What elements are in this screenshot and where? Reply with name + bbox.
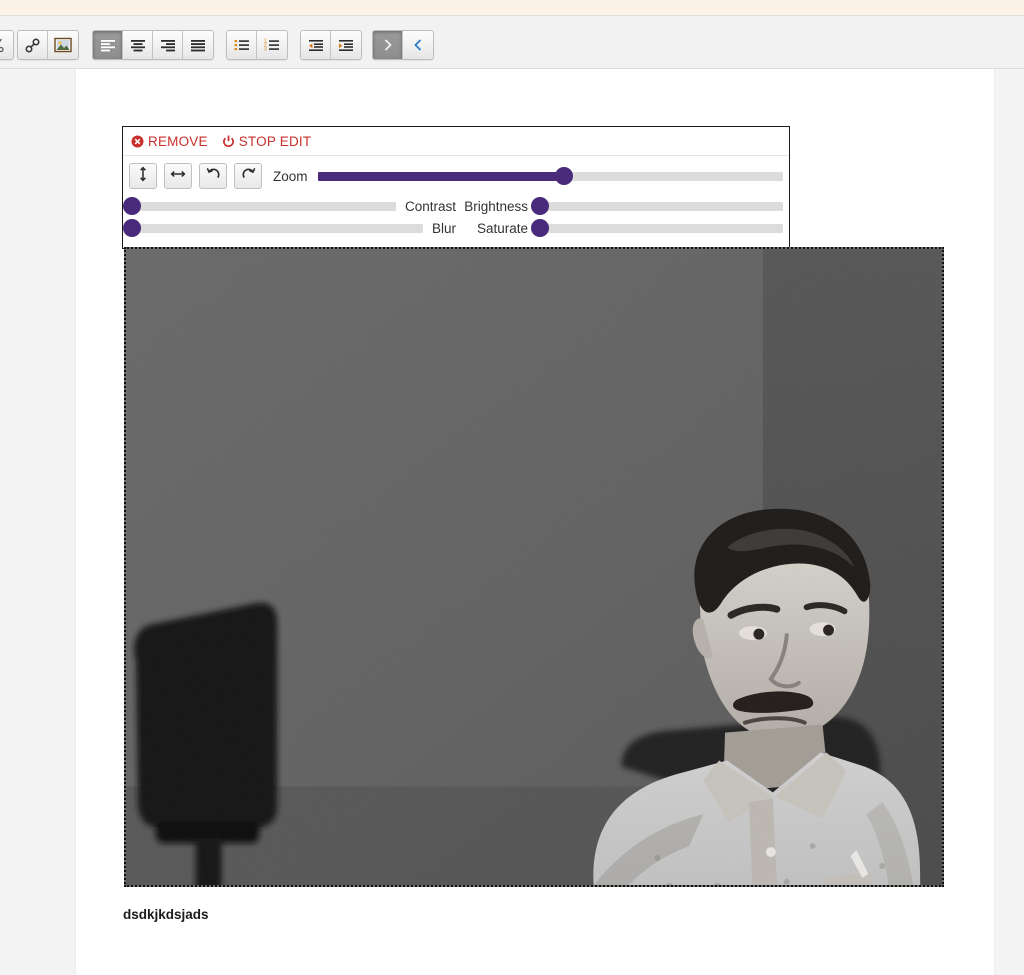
- remove-image-button[interactable]: REMOVE: [131, 134, 208, 149]
- remove-label: REMOVE: [148, 133, 208, 149]
- next-button[interactable]: [373, 31, 403, 59]
- top-banner-strip: [0, 0, 1024, 16]
- rotate-right-icon: [241, 166, 256, 186]
- image-edit-panel: REMOVE STOP EDIT Zoom Contrast Brightnes…: [122, 126, 790, 249]
- blur-slider-thumb[interactable]: [123, 219, 141, 237]
- brightness-control: Brightness: [456, 197, 783, 215]
- controls-row-1: Contrast Brightness: [123, 196, 783, 216]
- toolbar-group-clipboard: [0, 30, 14, 60]
- contrast-label: Contrast: [404, 198, 456, 214]
- flip-horizontal-button[interactable]: [164, 163, 192, 189]
- svg-text:3: 3: [264, 47, 267, 52]
- chevron-right-icon: [382, 38, 394, 52]
- zoom-label: Zoom: [273, 168, 308, 184]
- align-justify-button[interactable]: [183, 31, 213, 59]
- brightness-label: Brightness: [464, 198, 528, 214]
- power-icon: [222, 135, 235, 148]
- saturate-label: Saturate: [476, 220, 528, 236]
- saturate-control: Saturate: [456, 219, 783, 237]
- edit-panel-body: Zoom Contrast Brightness Blur Saturate: [123, 156, 789, 248]
- flip-vertical-icon: [136, 165, 150, 187]
- controls-row-2: Blur Saturate: [123, 218, 783, 238]
- link-icon: [24, 37, 41, 54]
- previous-button[interactable]: [403, 31, 433, 59]
- align-left-button[interactable]: [93, 31, 123, 59]
- flip-vertical-button[interactable]: [129, 163, 157, 189]
- zoom-slider-fill: [317, 171, 565, 181]
- align-left-icon: [99, 38, 117, 52]
- toolbar-group-insert: [17, 30, 79, 60]
- stop-edit-button[interactable]: STOP EDIT: [222, 134, 312, 149]
- saturate-slider-thumb[interactable]: [531, 219, 549, 237]
- align-center-button[interactable]: [123, 31, 153, 59]
- rotate-left-icon: [206, 166, 221, 186]
- ordered-list-button[interactable]: 123: [257, 31, 287, 59]
- toolbar-group-navigation: [372, 30, 434, 60]
- document-canvas: REMOVE STOP EDIT Zoom Contrast Brightnes…: [75, 69, 995, 975]
- align-right-button[interactable]: [153, 31, 183, 59]
- contrast-control: Contrast: [123, 197, 456, 215]
- image-icon: [54, 37, 72, 53]
- image-caption: dsdkjkdsjads: [123, 907, 209, 922]
- outdent-button[interactable]: [301, 31, 331, 59]
- align-center-icon: [129, 38, 147, 52]
- rotate-left-button[interactable]: [199, 163, 227, 189]
- outdent-icon: [307, 38, 325, 52]
- transform-tools-row: Zoom: [129, 162, 783, 190]
- align-justify-icon: [189, 38, 207, 52]
- toolbar-group-lists: 123: [226, 30, 288, 60]
- brightness-slider[interactable]: [531, 197, 783, 215]
- unordered-list-icon: [233, 38, 251, 52]
- cut-icon: [0, 37, 6, 53]
- indent-icon: [337, 38, 355, 52]
- cut-button[interactable]: [0, 31, 13, 59]
- blur-label: Blur: [431, 220, 456, 236]
- flip-horizontal-icon: [170, 167, 186, 186]
- edit-panel-header: REMOVE STOP EDIT: [123, 127, 789, 156]
- zoom-slider[interactable]: [317, 167, 783, 185]
- ordered-list-icon: 123: [263, 38, 281, 52]
- insert-image-button[interactable]: [48, 31, 78, 59]
- insert-link-button[interactable]: [18, 31, 48, 59]
- brightness-slider-thumb[interactable]: [531, 197, 549, 215]
- zoom-slider-thumb[interactable]: [555, 167, 574, 185]
- indent-button[interactable]: [331, 31, 361, 59]
- editor-toolbar: 123: [0, 17, 1024, 69]
- toolbar-group-indent: [300, 30, 362, 60]
- photo-graphic: [126, 249, 942, 885]
- remove-circle-icon: [131, 135, 144, 148]
- rotate-right-button[interactable]: [234, 163, 262, 189]
- blur-control: Blur: [123, 219, 456, 237]
- page-background: REMOVE STOP EDIT Zoom Contrast Brightnes…: [0, 69, 1024, 975]
- saturate-slider[interactable]: [531, 219, 783, 237]
- stop-edit-label: STOP EDIT: [238, 133, 312, 149]
- toolbar-group-align: [92, 30, 214, 60]
- contrast-slider[interactable]: [123, 197, 396, 215]
- unordered-list-button[interactable]: [227, 31, 257, 59]
- chevron-left-icon: [412, 38, 424, 52]
- align-right-icon: [159, 38, 177, 52]
- contrast-slider-thumb[interactable]: [123, 197, 141, 215]
- blur-slider[interactable]: [123, 219, 423, 237]
- selected-image[interactable]: [124, 247, 944, 887]
